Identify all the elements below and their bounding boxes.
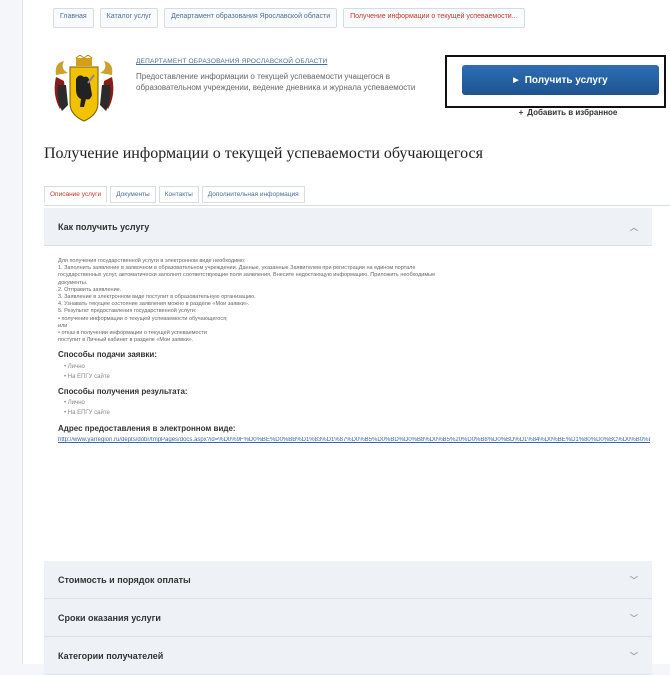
service-description: Предоставление информации о текущей успе… xyxy=(136,72,416,92)
section-recipient-categories[interactable]: Категории получателей ﹀ xyxy=(44,637,652,675)
tab-bar: Описание услуги Документы Контакты Допол… xyxy=(44,186,305,203)
get-service-label: Получить услугу xyxy=(524,74,608,86)
tab-contacts[interactable]: Контакты xyxy=(158,186,199,203)
breadcrumb-catalog[interactable]: Каталог услуг xyxy=(99,8,159,28)
chevron-down-icon: ﹀ xyxy=(630,614,638,623)
arrow-right-icon: ▶ xyxy=(513,77,519,84)
add-favorite-button[interactable]: + Добавить в избранное xyxy=(478,104,658,120)
instruction-line: государственных услуг, автоматически зап… xyxy=(58,272,436,279)
section-title: Как получить услугу xyxy=(58,221,150,232)
breadcrumb: Главная Каталог услуг Департамент образо… xyxy=(53,8,525,28)
instruction-line: или xyxy=(58,322,68,329)
chevron-up-icon: ︿ xyxy=(630,223,638,232)
breadcrumb-department[interactable]: Департамент образования Ярославской обла… xyxy=(164,8,338,28)
section-title: Сроки оказания услуги xyxy=(58,612,161,623)
service-header: ДЕПАРТАМЕНТ ОБРАЗОВАНИЯ ЯРОСЛАВСКОЙ ОБЛА… xyxy=(136,56,416,93)
list-item: • Лично xyxy=(64,363,85,370)
list-item: • На ЕПГУ сайте xyxy=(64,373,110,380)
list-item-label: Лично xyxy=(67,400,85,407)
instruction-line: Для получения государственной услуги в э… xyxy=(58,258,246,264)
section-cost-payment[interactable]: Стоимость и порядок оплаты ﹀ xyxy=(44,561,652,599)
add-favorite-label: Добавить в избранное xyxy=(527,107,618,117)
tab-description[interactable]: Описание услуги xyxy=(44,186,108,203)
page-title: Получение информации о текущей успеваемо… xyxy=(44,145,483,162)
chevron-down-icon: ﹀ xyxy=(630,576,638,585)
result-methods-heading: Способы получения результата: xyxy=(58,387,188,397)
list-item-label: Лично xyxy=(67,363,85,370)
instruction-line: 1. Заполнить заявление в заявочном в обр… xyxy=(58,265,416,272)
instruction-line: • получение информации о текущей успевае… xyxy=(58,315,228,322)
list-item-label: На ЕПГУ сайте xyxy=(67,410,110,417)
department-link[interactable]: ДЕПАРТАМЕНТ ОБРАЗОВАНИЯ ЯРОСЛАВСКОЙ ОБЛА… xyxy=(136,56,416,67)
coat-of-arms-icon xyxy=(54,55,114,122)
list-item: • На ЕПГУ сайте xyxy=(64,410,110,417)
tab-documents[interactable]: Документы xyxy=(110,186,156,203)
list-item: • Лично xyxy=(64,400,85,407)
submit-methods-heading: Способы подачи заявки: xyxy=(58,350,157,360)
address-heading: Адрес предоставления в электронном виде: xyxy=(58,423,236,433)
section-how-to-get[interactable]: Как получить услугу ︿ xyxy=(44,208,652,246)
instruction-line: поступит в Личный кабинет в разделе «Мои… xyxy=(58,337,194,344)
breadcrumb-home[interactable]: Главная xyxy=(53,8,94,28)
section-title: Стоимость и порядок оплаты xyxy=(58,574,191,585)
breadcrumb-current: Получение информации о текущей успеваемо… xyxy=(343,8,525,28)
get-service-button[interactable]: ▶ Получить услугу xyxy=(462,65,659,95)
instruction-line: документы. xyxy=(58,279,88,286)
tab-additional-info[interactable]: Дополнительная информация xyxy=(201,186,305,203)
section-service-terms[interactable]: Сроки оказания услуги ﹀ xyxy=(44,599,652,637)
service-content: Как получить услугу ︿ Для получения госу… xyxy=(44,205,670,675)
list-item-label: На ЕПГУ сайте xyxy=(67,373,110,380)
how-to-get-body: Для получения государственной услуги в э… xyxy=(58,258,650,444)
section-title: Категории получателей xyxy=(58,650,164,661)
chevron-down-icon: ﹀ xyxy=(630,652,638,661)
plus-icon: + xyxy=(518,107,524,117)
instruction-line: 2. Отправить заявление. xyxy=(58,286,122,293)
instruction-line: 3. Заявление в электронном виде поступит… xyxy=(58,294,256,301)
instruction-line: 5. Результат предоставления государствен… xyxy=(58,308,197,315)
electronic-address-link[interactable]: http://www.yarregion.ru/depts/dobr/tmpPa… xyxy=(58,437,650,444)
